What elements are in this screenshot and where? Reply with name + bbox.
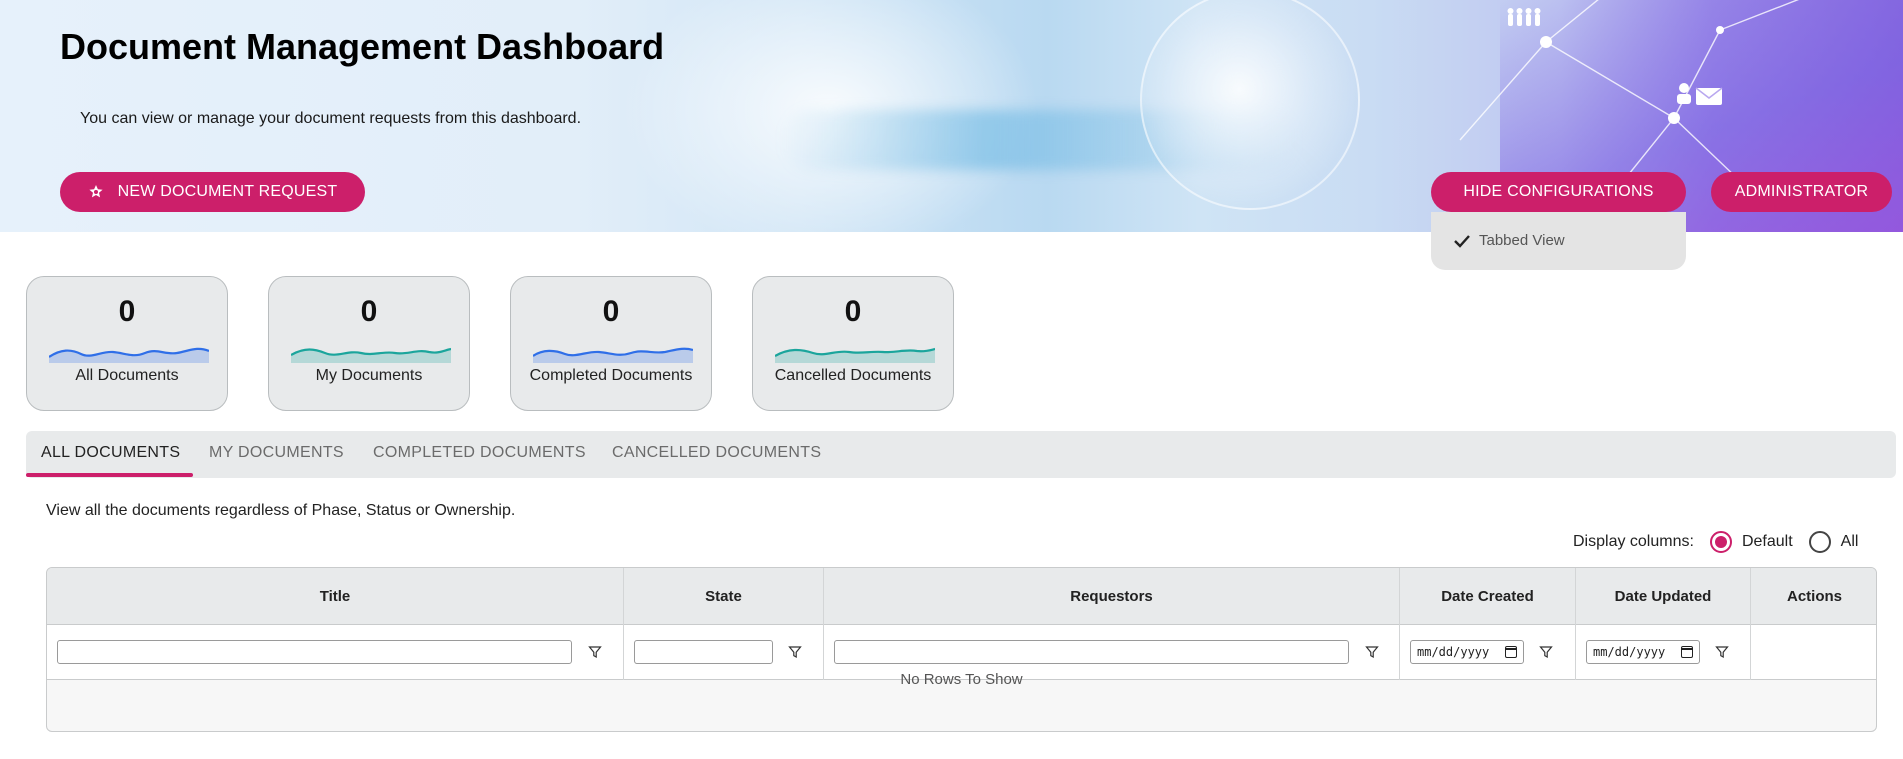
tab-my-documents[interactable]: MY DOCUMENTS [209,444,344,462]
active-tab-indicator [26,473,193,477]
page-title: Document Management Dashboard [60,26,665,67]
filter-funnel-icon[interactable] [788,645,802,659]
filter-funnel-icon[interactable] [1715,645,1729,659]
filter-funnel-icon[interactable] [1365,645,1379,659]
radio-default-columns[interactable] [1709,531,1732,553]
grid-header-row: Title State Requestors Date Created Date… [47,568,1876,625]
date-created-filter-input[interactable]: mm/dd/yyyy [1410,640,1524,664]
display-columns-label: Display columns: [1573,533,1694,550]
sparkline-wave-icon [49,347,209,363]
stat-count: 0 [844,295,862,328]
column-header-date-updated[interactable]: Date Updated [1576,568,1751,625]
config-item-tabbed-view[interactable]: Tabbed View [1453,232,1565,249]
sparkline-wave-icon [775,347,935,363]
column-header-actions: Actions [1786,588,1842,605]
stat-card-completed-documents[interactable]: 0 Completed Documents [510,276,712,411]
stat-count: 0 [360,295,378,328]
radio-all-label: All [1840,533,1859,550]
documents-tab-bar: ALL DOCUMENTS MY DOCUMENTS COMPLETED DOC… [26,431,1896,478]
date-placeholder: mm/dd/yyyy [1593,645,1666,659]
banner-sphere [1140,0,1360,210]
stat-label: My Documents [315,367,423,384]
hide-configurations-button[interactable]: HIDE CONFIGURATIONS [1431,172,1686,212]
stat-count: 0 [118,295,136,328]
filter-funnel-icon[interactable] [588,645,602,659]
stat-card-all-documents[interactable]: 0 All Documents [26,276,228,411]
page-subtitle: You can view or manage your document req… [80,110,582,127]
new-document-request-label: NEW DOCUMENT REQUEST [117,183,338,200]
column-header-title[interactable]: Title [47,568,624,625]
column-header-date-created[interactable]: Date Created [1400,568,1576,625]
column-header-state[interactable]: State [624,568,824,625]
stat-card-cancelled-documents[interactable]: 0 Cancelled Documents [752,276,954,411]
config-item-label: Tabbed View [1479,232,1565,249]
stat-count: 0 [602,295,620,328]
calendar-icon[interactable] [1681,646,1693,658]
tab-cancelled-documents[interactable]: CANCELLED DOCUMENTS [612,444,821,462]
radio-default-label: Default [1741,533,1793,550]
grid-empty-message: No Rows To Show [900,671,1023,688]
sparkline-wave-icon [533,347,693,363]
tab-all-documents[interactable]: ALL DOCUMENTS [41,444,180,462]
check-icon [1454,234,1470,248]
state-filter-input[interactable] [634,640,773,664]
tab-description: View all the documents regardless of Pha… [46,502,516,519]
star-badge-icon [89,185,103,198]
administrator-label: ADMINISTRATOR [1734,183,1869,200]
stat-label: Cancelled Documents [774,367,932,384]
date-updated-filter-input[interactable]: mm/dd/yyyy [1586,640,1700,664]
new-document-request-button[interactable]: NEW DOCUMENT REQUEST [60,172,365,212]
date-placeholder: mm/dd/yyyy [1417,645,1490,659]
stat-label: All Documents [75,367,179,384]
requestors-filter-input[interactable] [834,640,1349,664]
stat-label: Completed Documents [529,367,693,384]
calendar-icon[interactable] [1505,646,1517,658]
stat-card-my-documents[interactable]: 0 My Documents [268,276,470,411]
filter-funnel-icon[interactable] [1539,645,1553,659]
radio-all-columns[interactable] [1808,531,1831,553]
column-header-requestors[interactable]: Requestors [824,568,1400,625]
sparkline-wave-icon [291,347,451,363]
configurations-menu: Tabbed View [1431,212,1686,270]
tab-completed-documents[interactable]: COMPLETED DOCUMENTS [373,444,586,462]
title-filter-input[interactable] [57,640,572,664]
display-columns-control: Display columns: Default All [1573,531,1858,553]
documents-grid: Title State Requestors Date Created Date… [46,567,1877,732]
hide-configurations-label: HIDE CONFIGURATIONS [1463,183,1654,200]
administrator-button[interactable]: ADMINISTRATOR [1711,172,1892,212]
